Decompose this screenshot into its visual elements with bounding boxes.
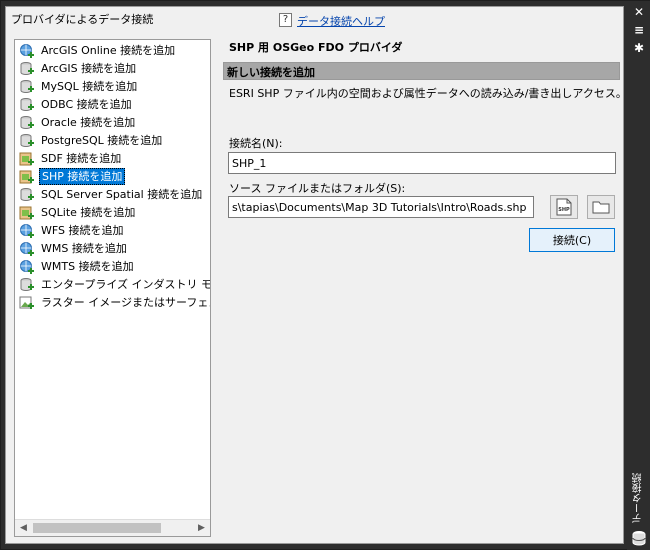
- provider-item[interactable]: ArcGIS Online 接続を追加: [19, 42, 177, 59]
- provider-item[interactable]: WFS 接続を追加: [19, 222, 126, 239]
- settings-icon[interactable]: ✱: [631, 41, 647, 55]
- provider-item[interactable]: ArcGIS 接続を追加: [19, 60, 138, 77]
- provider-item-label: MySQL 接続を追加: [41, 80, 138, 93]
- provider-item[interactable]: Oracle 接続を追加: [19, 114, 137, 131]
- title-strip: ✕ ≡ ✱ データ接続: [627, 1, 650, 550]
- shp-file-icon: SHP: [556, 198, 572, 216]
- provider-item-label: SQL Server Spatial 接続を追加: [41, 188, 203, 201]
- db-add-icon: [19, 277, 35, 293]
- provider-item-label: PostgreSQL 接続を追加: [41, 134, 163, 147]
- database-icon: [632, 531, 646, 546]
- scroll-left-arrow-icon[interactable]: ◀: [15, 520, 32, 536]
- globe-db-icon: [19, 223, 35, 239]
- provider-item-label: エンタープライズ インダストリ モデル 接: [41, 278, 211, 291]
- help-icon[interactable]: ?: [279, 13, 292, 27]
- provider-item-label: WMTS 接続を追加: [41, 260, 134, 273]
- provider-item[interactable]: ラスター イメージまたはサーフェス 接続: [19, 294, 211, 311]
- scroll-thumb[interactable]: [33, 523, 161, 533]
- db-add-icon: [19, 187, 35, 203]
- scroll-right-arrow-icon[interactable]: ▶: [193, 520, 210, 536]
- file-add-icon: [19, 205, 35, 221]
- provider-list[interactable]: ラスター イメージまたはサーフェス 接続エンタープライズ インダストリ モデル …: [14, 39, 211, 537]
- provider-item-label: ラスター イメージまたはサーフェス 接続: [41, 296, 211, 309]
- provider-item[interactable]: MySQL 接続を追加: [19, 78, 139, 95]
- globe-db-icon: [19, 241, 35, 257]
- provider-item[interactable]: SHP 接続を追加: [19, 168, 126, 185]
- provider-item[interactable]: WMS 接続を追加: [19, 240, 129, 257]
- db-add-icon: [19, 97, 35, 113]
- section-title: 新しい接続を追加: [227, 66, 315, 79]
- provider-item-label: ArcGIS Online 接続を追加: [41, 44, 176, 57]
- raster-add-icon: [19, 295, 35, 311]
- strip-title: データ接続: [633, 473, 644, 523]
- browse-folder-button[interactable]: [587, 195, 615, 219]
- source-label: ソース ファイルまたはフォルダ(S):: [229, 182, 406, 195]
- provider-item-label: SQLite 接続を追加: [41, 206, 136, 219]
- db-add-icon: [19, 79, 35, 95]
- provider-item[interactable]: WMTS 接続を追加: [19, 258, 136, 275]
- browse-shp-file-button[interactable]: SHP: [550, 195, 578, 219]
- provider-item[interactable]: SDF 接続を追加: [19, 150, 123, 167]
- provider-item[interactable]: SQLite 接続を追加: [19, 204, 137, 221]
- provider-item-label: ArcGIS 接続を追加: [41, 62, 137, 75]
- help-link[interactable]: データ接続ヘルプ: [297, 13, 385, 29]
- connection-name-input[interactable]: [228, 152, 616, 174]
- close-icon[interactable]: ✕: [631, 5, 647, 19]
- provider-item[interactable]: エンタープライズ インダストリ モデル 接: [19, 276, 211, 293]
- db-add-icon: [19, 115, 35, 131]
- connection-name-label: 接続名(N):: [229, 137, 283, 150]
- provider-description: ESRI SHP ファイル内の空間および属性データへの読み込み/書き出しアクセス…: [229, 87, 627, 100]
- auto-hide-icon[interactable]: ≡: [631, 23, 647, 37]
- globe-db-icon: [19, 259, 35, 275]
- provider-item[interactable]: PostgreSQL 接続を追加: [19, 132, 164, 149]
- shp-icon-text: SHP: [558, 207, 570, 213]
- provider-item-label: SHP 接続を追加: [39, 168, 126, 185]
- provider-title: SHP 用 OSGeo FDO プロバイダ: [229, 41, 403, 54]
- globe-db-icon: [19, 43, 35, 59]
- provider-item-label: ODBC 接続を追加: [41, 98, 132, 111]
- provider-item-label: SDF 接続を追加: [41, 152, 122, 165]
- horizontal-scrollbar[interactable]: ◀ ▶: [15, 519, 210, 536]
- source-path-input[interactable]: [228, 196, 534, 218]
- provider-item[interactable]: SQL Server Spatial 接続を追加: [19, 186, 204, 203]
- provider-item-label: WFS 接続を追加: [41, 224, 124, 237]
- db-add-icon: [19, 61, 35, 77]
- file-add-icon: [19, 151, 35, 167]
- palette-window: プロバイダによるデータ接続 ? データ接続ヘルプ ラスター イメージまたはサーフ…: [0, 0, 650, 550]
- connect-button[interactable]: 接続(C): [529, 228, 615, 252]
- provider-item-label: WMS 接続を追加: [41, 242, 127, 255]
- provider-item[interactable]: ODBC 接続を追加: [19, 96, 134, 113]
- db-add-icon: [19, 133, 35, 149]
- file-add-icon: [19, 169, 35, 185]
- folder-icon: [592, 201, 610, 214]
- provider-item-label: Oracle 接続を追加: [41, 116, 136, 129]
- provider-list-title: プロバイダによるデータ接続: [11, 13, 154, 26]
- section-header: 新しい接続を追加: [223, 62, 620, 80]
